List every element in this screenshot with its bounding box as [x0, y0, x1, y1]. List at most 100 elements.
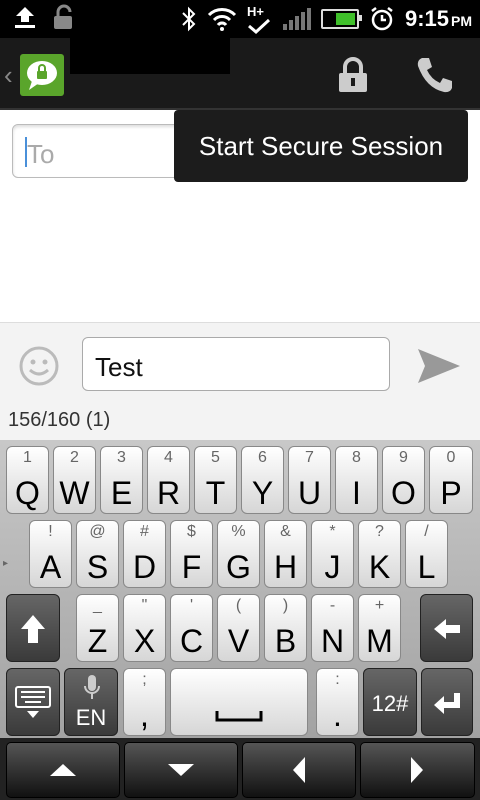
keyboard-switch-key[interactable]	[6, 668, 60, 736]
network-type: H+	[246, 4, 264, 19]
key-v[interactable]: (V	[217, 594, 260, 662]
key-w[interactable]: 2W	[53, 446, 96, 514]
key-a-top: !	[48, 523, 53, 540]
key-i[interactable]: 8I	[335, 446, 378, 514]
key-z[interactable]: _ Z	[76, 594, 119, 662]
key-g[interactable]: % G	[217, 520, 260, 588]
alarm-icon	[371, 7, 393, 31]
key-u-label: U	[297, 475, 322, 511]
key-j-label: J	[324, 549, 341, 585]
emoji-icon[interactable]	[18, 345, 60, 392]
key-s-top: @	[89, 523, 106, 540]
key-j-top: *	[329, 523, 336, 540]
back-chevron-icon[interactable]: ‹	[4, 60, 13, 91]
key-g-label: G	[226, 549, 251, 585]
key-l[interactable]: / L	[405, 520, 448, 588]
key-q[interactable]: 1Q	[6, 446, 49, 514]
character-counter: 156/160 (1)	[8, 409, 111, 431]
key-m-label: M	[366, 623, 393, 659]
key-t-top: 5	[211, 449, 220, 466]
start-secure-session-menu-item[interactable]: Start Secure Session	[174, 110, 468, 182]
voice-language-key[interactable]: EN	[64, 668, 118, 736]
key-f-label: F	[181, 549, 202, 585]
key-u[interactable]: 7U	[288, 446, 331, 514]
space-bar-icon	[215, 711, 263, 722]
bluetooth-icon	[182, 6, 196, 32]
key-f[interactable]: $ F	[170, 520, 213, 588]
key-b-top: )	[282, 597, 289, 614]
cursor-up-button[interactable]	[6, 742, 120, 798]
key-n-label: N	[320, 623, 345, 659]
key-b[interactable]: ) B	[264, 594, 307, 662]
key-l-label: L	[417, 549, 436, 585]
key-c-top: '	[189, 597, 194, 614]
key-h[interactable]: & H	[264, 520, 307, 588]
key-p-top: 0	[446, 449, 456, 466]
upload-icon	[15, 7, 35, 28]
key-a[interactable]: ! A	[29, 520, 72, 588]
backspace-key[interactable]	[420, 594, 473, 662]
send-icon	[418, 349, 460, 383]
comma-key[interactable]: ;,	[123, 668, 166, 736]
key-y[interactable]: 6Y	[241, 446, 284, 514]
key-e[interactable]: 3E	[100, 446, 143, 514]
unlock-icon	[54, 4, 72, 29]
send-button[interactable]	[416, 345, 462, 392]
shift-key[interactable]	[6, 594, 60, 662]
key-r[interactable]: 4R	[147, 446, 190, 514]
key-s-label: S	[86, 549, 109, 585]
cursor-left-button[interactable]	[242, 742, 356, 798]
key-o[interactable]: 9O	[382, 446, 425, 514]
comma-key-label: ,	[140, 697, 149, 733]
symbols-key[interactable]: 12#	[363, 668, 417, 736]
key-h-label: H	[273, 549, 298, 585]
key-y-top: 6	[258, 449, 267, 466]
arrow-down-icon	[168, 764, 194, 776]
space-key[interactable]	[170, 668, 308, 736]
symbols-label: 12#	[371, 691, 409, 716]
key-n[interactable]: -N	[311, 594, 354, 662]
keyboard-side-marker: ▸	[0, 558, 11, 569]
key-i-label: I	[352, 475, 361, 511]
key-d-top: #	[140, 523, 149, 540]
key-z-top: _	[93, 597, 102, 614]
lock-icon[interactable]	[336, 56, 370, 99]
period-key-top: :	[335, 671, 340, 688]
network-indicator: H+	[247, 4, 273, 34]
arrow-left-icon	[293, 757, 305, 783]
cursor-down-button[interactable]	[124, 742, 238, 798]
key-j[interactable]: * J	[311, 520, 354, 588]
arrow-up-icon	[50, 764, 76, 776]
secure-chat-icon[interactable]	[20, 54, 64, 96]
key-t[interactable]: 5T	[194, 446, 237, 514]
key-p[interactable]: 0P	[429, 446, 473, 514]
arrow-right-icon	[411, 757, 423, 783]
key-k[interactable]: ? K	[358, 520, 401, 588]
comma-key-top: ;	[142, 671, 147, 688]
period-key-label: .	[333, 697, 342, 733]
key-f-top: $	[187, 523, 196, 540]
key-t-label: T	[205, 475, 226, 511]
key-s[interactable]: @ S	[76, 520, 119, 588]
clock: 9:15 PM	[405, 6, 472, 32]
redacted-contact-name	[70, 38, 230, 74]
message-input[interactable]: Test	[82, 337, 390, 391]
phone-icon[interactable]	[414, 54, 456, 101]
key-k-label: K	[368, 549, 391, 585]
key-m-top: +	[374, 597, 385, 614]
key-x-label: X	[133, 623, 156, 659]
key-m[interactable]: + M	[358, 594, 401, 662]
language-label: EN	[75, 705, 107, 730]
cursor-right-button[interactable]	[360, 742, 475, 798]
key-p-label: P	[440, 475, 462, 511]
key-l-top: /	[424, 523, 429, 540]
key-q-label: Q	[15, 475, 40, 511]
period-key[interactable]: :.	[316, 668, 359, 736]
key-d[interactable]: # D	[123, 520, 166, 588]
key-c[interactable]: ' C	[170, 594, 213, 662]
enter-key[interactable]	[421, 668, 473, 736]
key-x[interactable]: " X	[123, 594, 166, 662]
key-b-label: B	[274, 623, 297, 659]
key-x-top: "	[141, 597, 148, 614]
action-bar: ‹	[0, 38, 480, 110]
